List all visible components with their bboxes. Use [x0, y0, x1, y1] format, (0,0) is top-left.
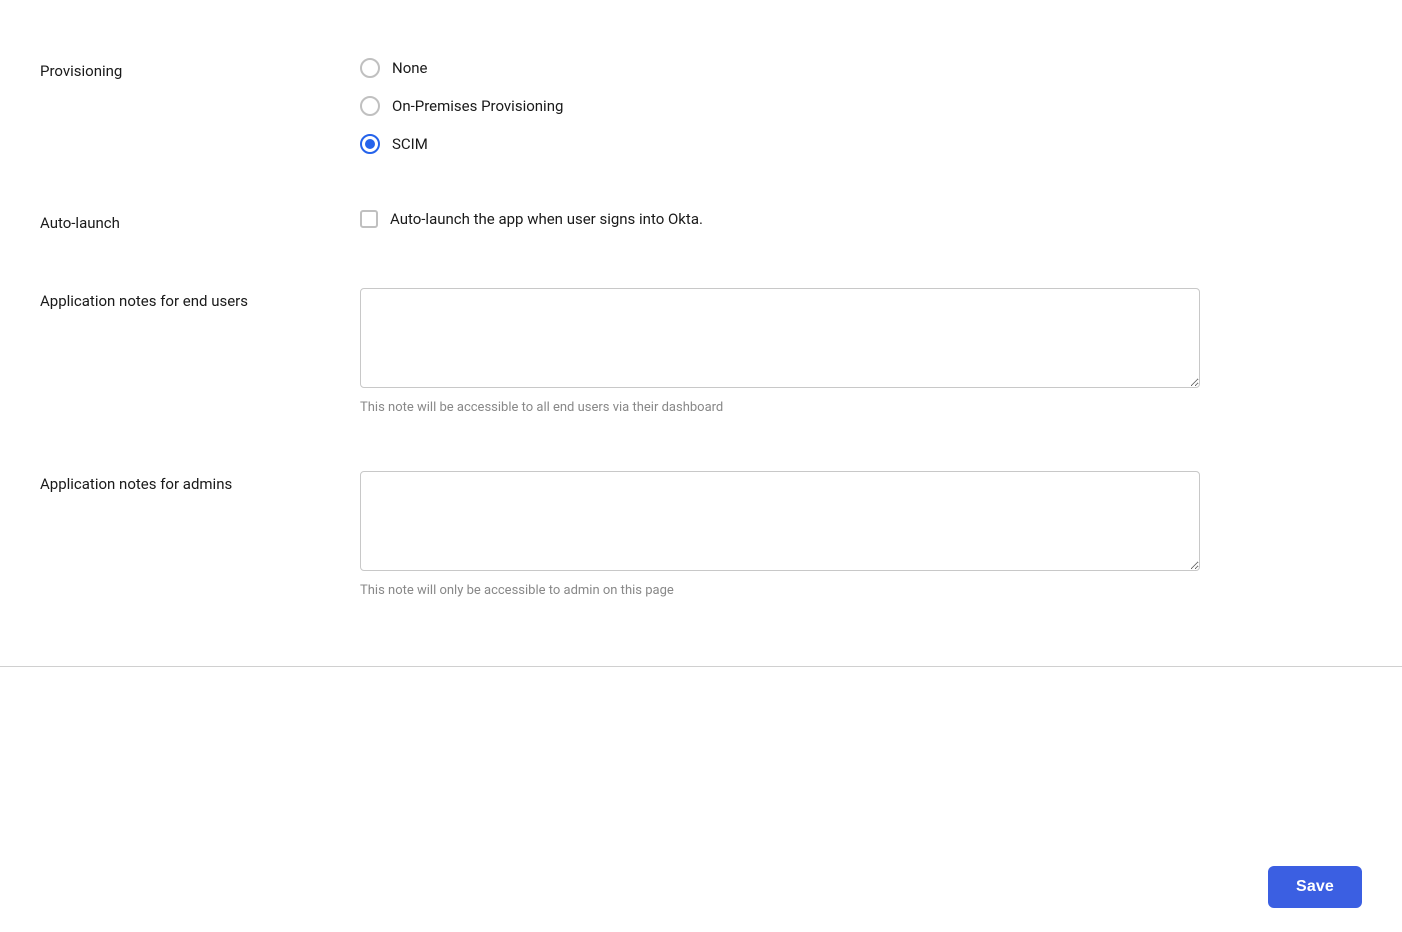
footer-divider: [0, 666, 1402, 667]
app-notes-admins-hint: This note will only be accessible to adm…: [360, 583, 1362, 598]
provisioning-radio-group: None On-Premises Provisioning SCIM: [360, 58, 1362, 154]
app-notes-end-users-row: Application notes for end users This not…: [40, 260, 1362, 443]
radio-scim[interactable]: SCIM: [360, 134, 1362, 154]
app-notes-admins-textarea[interactable]: [360, 471, 1200, 571]
auto-launch-checkbox-label: Auto-launch the app when user signs into…: [390, 210, 703, 228]
app-notes-end-users-textarea[interactable]: [360, 288, 1200, 388]
form-footer: Save: [0, 842, 1402, 932]
auto-launch-row: Auto-launch Auto-launch the app when use…: [40, 182, 1362, 260]
radio-none-label: None: [392, 59, 428, 77]
radio-none[interactable]: None: [360, 58, 1362, 78]
app-notes-admins-row: Application notes for admins This note w…: [40, 443, 1362, 626]
auto-launch-label: Auto-launch: [40, 210, 360, 232]
radio-scim-input[interactable]: [360, 134, 380, 154]
app-notes-admins-control: This note will only be accessible to adm…: [360, 471, 1362, 598]
provisioning-control: None On-Premises Provisioning SCIM: [360, 58, 1362, 154]
save-button[interactable]: Save: [1268, 866, 1362, 908]
app-notes-end-users-hint: This note will be accessible to all end …: [360, 400, 1362, 415]
radio-on-premises-input[interactable]: [360, 96, 380, 116]
app-notes-end-users-label: Application notes for end users: [40, 288, 360, 310]
form-container: Provisioning None On-Premises Provisioni…: [0, 0, 1402, 656]
radio-none-input[interactable]: [360, 58, 380, 78]
provisioning-label: Provisioning: [40, 58, 360, 80]
radio-scim-label: SCIM: [392, 135, 428, 153]
provisioning-row: Provisioning None On-Premises Provisioni…: [40, 30, 1362, 182]
auto-launch-checkbox-item[interactable]: Auto-launch the app when user signs into…: [360, 210, 1362, 228]
radio-on-premises-label: On-Premises Provisioning: [392, 97, 563, 115]
app-notes-end-users-control: This note will be accessible to all end …: [360, 288, 1362, 415]
app-notes-admins-label: Application notes for admins: [40, 471, 360, 493]
auto-launch-control: Auto-launch the app when user signs into…: [360, 210, 1362, 228]
auto-launch-checkbox[interactable]: [360, 210, 378, 228]
radio-on-premises[interactable]: On-Premises Provisioning: [360, 96, 1362, 116]
